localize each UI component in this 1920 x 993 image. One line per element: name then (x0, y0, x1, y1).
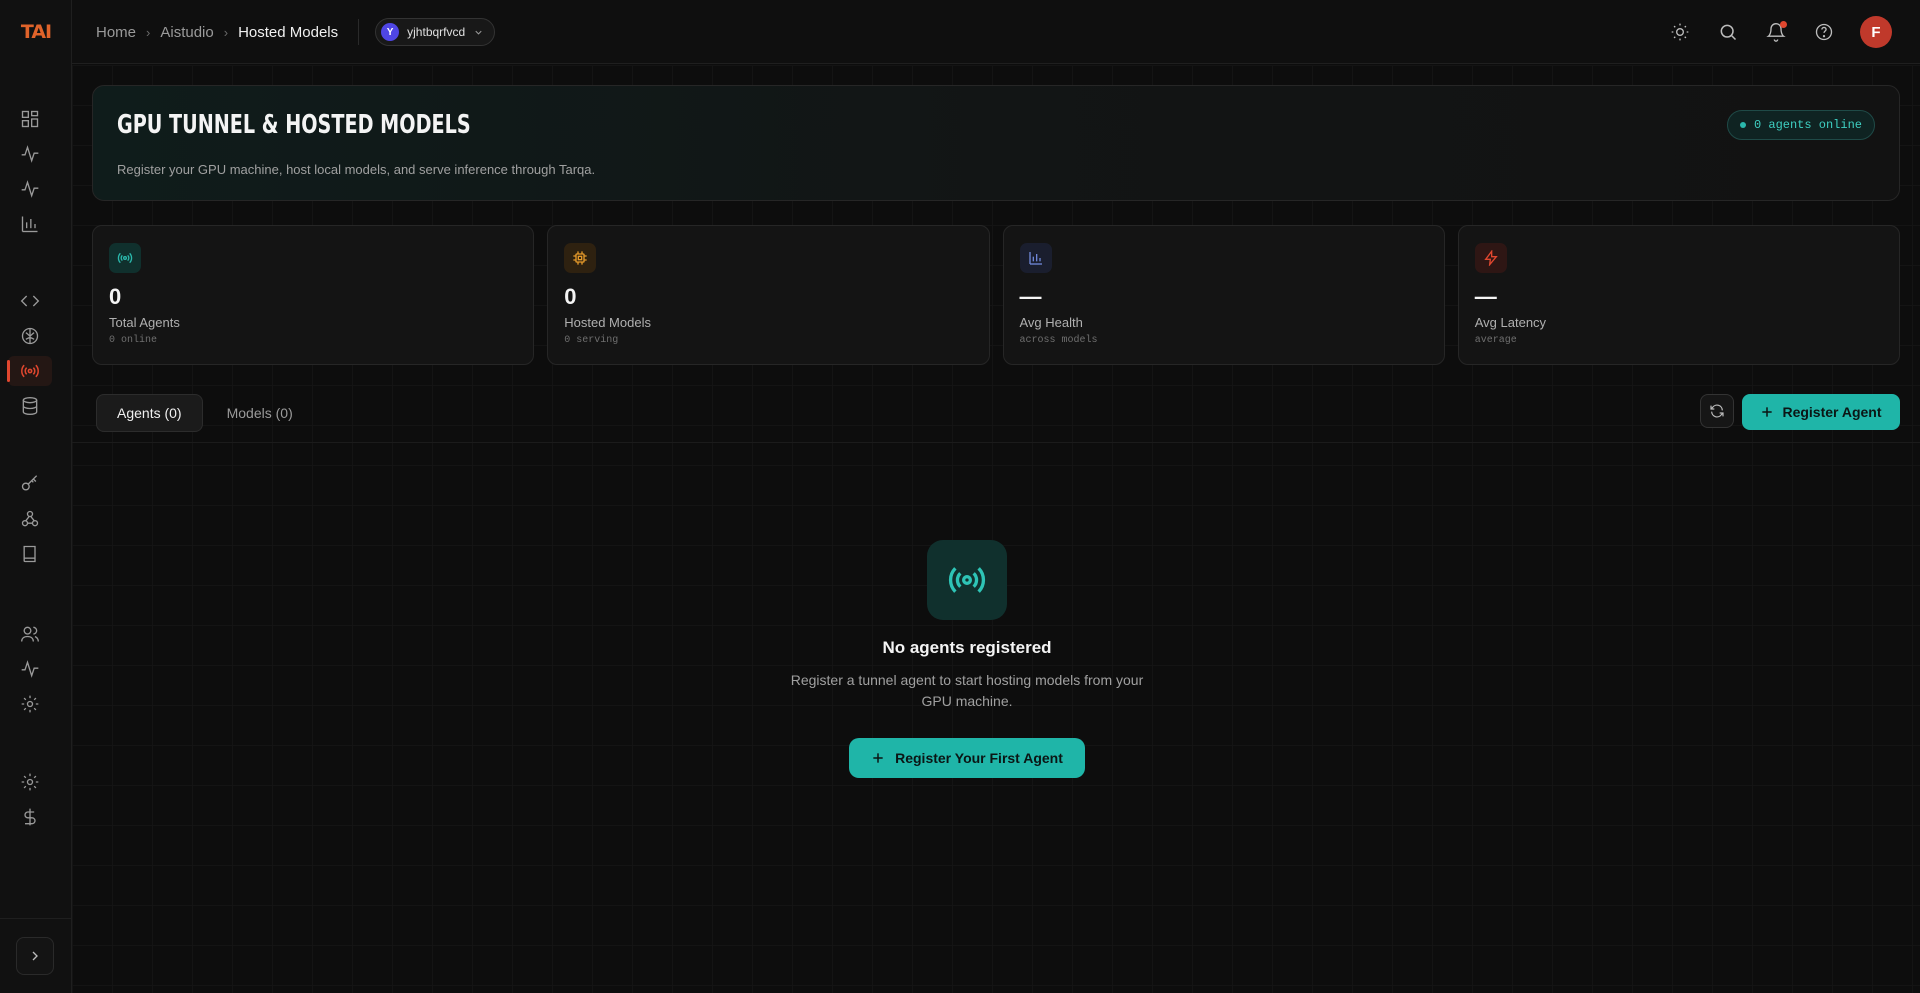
stat-value: — (1474, 284, 1497, 309)
stat-card-total-agents: 0 Total Agents 0 online (92, 225, 535, 365)
search-icon[interactable] (1716, 20, 1740, 44)
empty-state-title: No agents registered (882, 638, 1052, 657)
stat-value: 0 (109, 284, 122, 309)
divider (72, 442, 1920, 443)
chevron-right-icon (32, 951, 38, 961)
activity-icon[interactable] (8, 139, 52, 169)
stat-sub: average (1474, 335, 1517, 346)
expand-sidebar-button[interactable] (16, 937, 54, 975)
chevron-right-icon: › (146, 24, 151, 40)
book-icon[interactable] (8, 539, 52, 569)
webhook-icon[interactable] (8, 504, 52, 534)
workspace-selector[interactable]: Y yjhtbqrfvcd (375, 18, 496, 46)
brain-icon[interactable] (8, 321, 52, 351)
tab-models[interactable]: Models (0) (207, 394, 313, 432)
stat-sub: across models (1019, 335, 1098, 346)
status-dot (1739, 122, 1746, 128)
stats-row: 0 Total Agents 0 online 0 Hosted Models … (92, 225, 1900, 365)
workspace-avatar: Y (381, 23, 400, 41)
chevron-right-icon: › (223, 24, 229, 40)
pulse-icon[interactable] (8, 174, 52, 204)
stat-sub: 0 online (109, 335, 158, 346)
signal-icon (109, 243, 141, 273)
refresh-icon (1710, 404, 1724, 418)
plus-icon (873, 753, 883, 763)
stat-label: Total Agents (109, 315, 180, 330)
settings-icon[interactable] (8, 689, 52, 719)
lightning-icon (1474, 243, 1507, 273)
monitoring-icon[interactable] (8, 654, 52, 684)
refresh-button[interactable] (1700, 394, 1734, 428)
main-content: GPU TUNNEL & HOSTED MODELS Register your… (72, 65, 1920, 993)
sidebar-divider (0, 918, 72, 919)
plus-icon (1762, 407, 1773, 417)
user-avatar[interactable]: F (1860, 16, 1892, 48)
breadcrumb-current: Hosted Models (238, 23, 339, 41)
gear-icon[interactable] (8, 767, 52, 797)
key-icon[interactable] (8, 469, 52, 499)
stat-value: — (1019, 284, 1042, 309)
breadcrumb-home[interactable]: Home (96, 24, 136, 41)
code-icon[interactable] (8, 286, 52, 316)
database-icon[interactable] (8, 391, 52, 421)
breadcrumb: Home › Aistudio › Hosted Models Y yjhtbq… (96, 0, 496, 64)
users-icon[interactable] (8, 619, 52, 649)
notification-dot (1780, 21, 1787, 28)
topbar: Home › Aistudio › Hosted Models Y yjhtbq… (72, 0, 1920, 64)
stat-label: Hosted Models (564, 315, 651, 330)
page-title: GPU TUNNEL & HOSTED MODELS (117, 110, 471, 140)
signal-tower-icon[interactable] (7, 356, 52, 386)
billing-dollar-icon[interactable] (8, 802, 52, 832)
chevron-down-icon (475, 30, 482, 35)
notifications-bell-icon[interactable] (1764, 20, 1788, 44)
breadcrumb-aistudio[interactable]: Aistudio (160, 24, 213, 41)
signal-tower-icon (927, 540, 1007, 620)
register-first-agent-button[interactable]: Register Your First Agent (849, 738, 1085, 778)
stat-label: Avg Health (1019, 315, 1083, 330)
register-agent-button[interactable]: Register Agent (1742, 394, 1900, 430)
tab-bar: Agents (0) Models (0) (96, 394, 313, 432)
stat-value: 0 (564, 284, 577, 309)
chip-icon (564, 243, 597, 273)
stat-card-avg-health: — Avg Health across models (1002, 225, 1445, 365)
register-agent-label: Register Agent (1782, 404, 1882, 420)
hero-banner: GPU TUNNEL & HOSTED MODELS Register your… (92, 85, 1900, 201)
divider (358, 19, 360, 45)
bar-chart-icon (1019, 243, 1052, 273)
stat-card-hosted-models: 0 Hosted Models 0 serving (547, 225, 990, 365)
stat-label: Avg Latency (1474, 315, 1547, 330)
help-icon[interactable] (1812, 20, 1836, 44)
agents-online-badge: 0 agents online (1726, 110, 1875, 140)
workspace-name: yjhtbqrfvcd (407, 25, 466, 39)
empty-state-description: Register a tunnel agent to start hosting… (790, 672, 1144, 709)
agents-online-text: 0 agents online (1753, 118, 1862, 132)
empty-state: No agents registered Register a tunnel a… (772, 540, 1162, 778)
bar-chart-icon[interactable] (8, 209, 52, 239)
topbar-actions: F (1668, 0, 1892, 64)
tab-agents[interactable]: Agents (0) (96, 394, 203, 432)
dashboard-grid-icon[interactable] (8, 104, 52, 134)
register-first-agent-label: Register Your First Agent (895, 750, 1063, 766)
page-subtitle: Register your GPU machine, host local mo… (117, 162, 596, 177)
theme-toggle-sun-icon[interactable] (1668, 20, 1692, 44)
sidebar: TAI (0, 0, 72, 993)
app-logo[interactable]: TAI (0, 0, 72, 64)
stat-card-avg-latency: — Avg Latency average (1457, 225, 1900, 365)
stat-sub: 0 serving (564, 335, 619, 346)
